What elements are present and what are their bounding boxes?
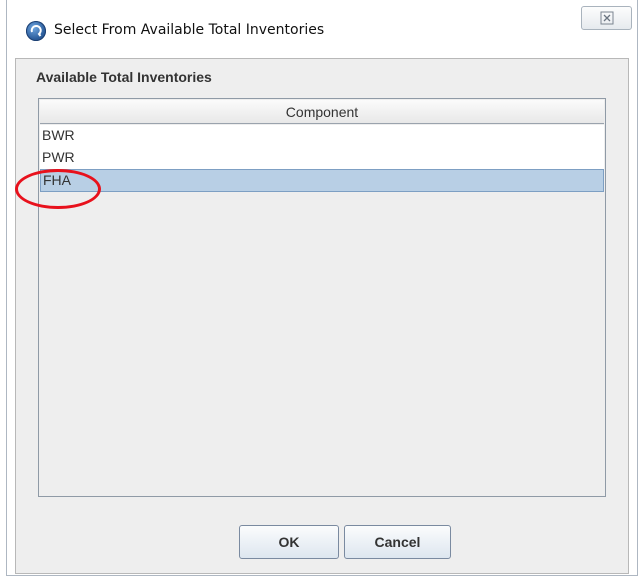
table-row[interactable]: BWR xyxy=(40,125,604,148)
inventory-table[interactable]: Component BWR PWR FHA xyxy=(38,98,606,497)
table-row-selected[interactable]: FHA xyxy=(40,169,604,192)
cell-component: PWR xyxy=(42,149,75,165)
app-logo-icon xyxy=(26,21,46,41)
cell-component: BWR xyxy=(42,127,75,143)
cell-component: FHA xyxy=(43,172,71,188)
close-icon xyxy=(600,7,614,29)
table-row[interactable]: PWR xyxy=(40,147,604,170)
dialog-window: Select From Available Total Inventories … xyxy=(6,0,638,576)
close-button[interactable] xyxy=(581,6,632,30)
window-title: Select From Available Total Inventories xyxy=(54,22,325,38)
ok-button[interactable]: OK xyxy=(239,525,339,559)
section-label: Available Total Inventories xyxy=(36,69,212,85)
title-bar[interactable]: Select From Available Total Inventories xyxy=(7,0,637,58)
column-header-component[interactable]: Component xyxy=(40,100,604,124)
cancel-button[interactable]: Cancel xyxy=(344,525,451,559)
dialog-content: Available Total Inventories Component BW… xyxy=(15,58,629,574)
